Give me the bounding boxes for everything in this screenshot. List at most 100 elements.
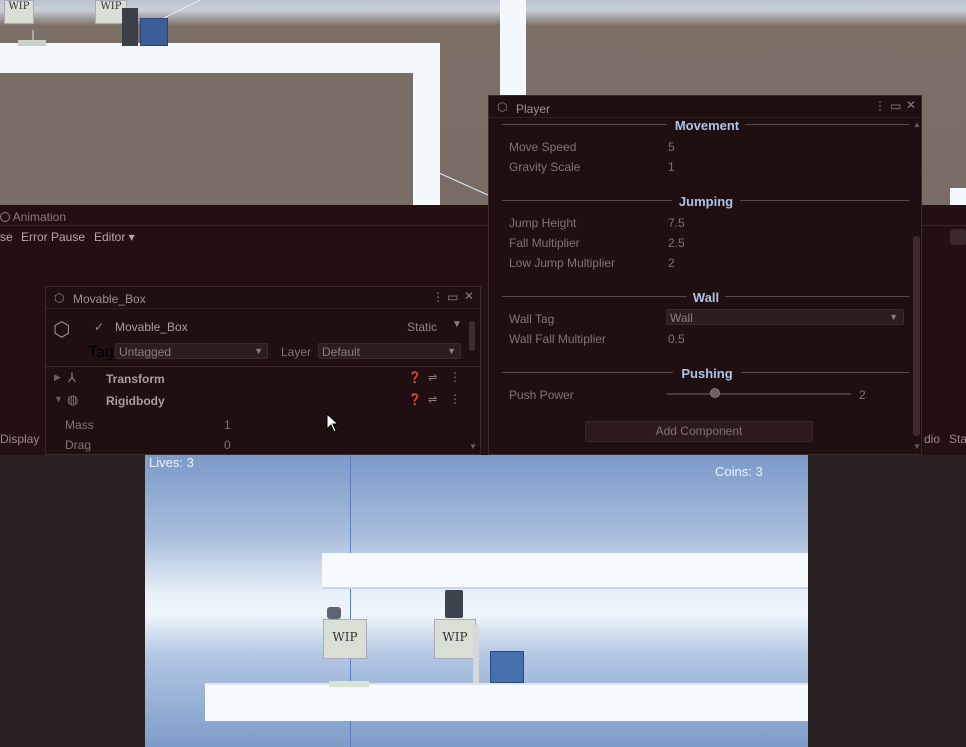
editor-dropdown[interactable]: Editor ▾: [94, 230, 135, 244]
movable-box[interactable]: [140, 18, 168, 46]
divider: [502, 124, 667, 125]
cube-icon: ⬡: [54, 291, 65, 305]
player-legs: [473, 625, 479, 683]
scene-wall-inner: [0, 73, 413, 205]
active-checkbox[interactable]: ✓: [94, 320, 104, 334]
panel-header: ⬡ Player ⋮ ▭ ✕: [489, 96, 921, 118]
cube-icon: ⬡: [497, 100, 508, 114]
section-header-pushing: Pushing: [681, 366, 733, 381]
edge-label: dio: [924, 432, 941, 446]
movable-box[interactable]: [490, 651, 524, 683]
tag-label: Tag: [88, 344, 114, 361]
component-rigidbody[interactable]: ▼ ◍ Rigidbody ❓ ⇌ ⋮: [46, 391, 470, 411]
divider: [502, 296, 687, 297]
edge-label: Sta: [949, 432, 966, 446]
sign-base: [329, 681, 369, 687]
static-toggle[interactable]: Static: [407, 320, 437, 334]
component-title: Rigidbody: [106, 394, 165, 408]
fall-multiplier-field[interactable]: 2.5: [668, 236, 685, 250]
wip-sign: WIP: [4, 0, 34, 24]
sign-base: [18, 40, 46, 46]
menu-kebab-icon[interactable]: ⋮: [874, 99, 886, 113]
scroll-down-icon[interactable]: ▼: [913, 442, 921, 451]
coins-counter: Coins: 3: [715, 464, 763, 479]
divider: [46, 366, 480, 367]
wip-sign: WIP: [434, 619, 476, 659]
panel-title: Movable_Box: [73, 292, 146, 306]
gravity-scale-label: Gravity Scale: [509, 160, 581, 174]
component-transform[interactable]: ▶ ⅄ Transform ❓ ⇌ ⋮: [46, 369, 470, 389]
game-view[interactable]: Lives: 3 Coins: 3 WIP WIP: [145, 455, 808, 747]
chevron-down-icon: ▼: [447, 346, 456, 356]
drag-field[interactable]: 0: [224, 438, 231, 452]
divider: [725, 296, 909, 297]
menu-kebab-icon[interactable]: ⋮: [432, 290, 444, 304]
push-power-slider-thumb[interactable]: [709, 388, 720, 398]
maximize-icon[interactable]: ▭: [447, 290, 458, 304]
drag-label: Drag: [65, 438, 92, 452]
divider: [745, 124, 909, 125]
preset-icon[interactable]: ⇌: [428, 393, 437, 406]
low-jump-multiplier-field[interactable]: 2: [668, 256, 675, 270]
panel-header: ⬡ Movable_Box ⋮ ▭ ✕: [46, 287, 480, 309]
layer-dropdown[interactable]: Default ▼: [318, 343, 461, 359]
scene-pillar: [500, 0, 526, 100]
player-character[interactable]: [122, 8, 138, 46]
fall-multiplier-label: Fall Multiplier: [509, 236, 580, 250]
scroll-down-icon[interactable]: ▼: [469, 442, 477, 451]
panel-title: Player: [516, 102, 551, 116]
movable-box-inspector: ⬡ Movable_Box ⋮ ▭ ✕ ⬡ ✓ Movable_Box Stat…: [45, 286, 481, 455]
upper-platform: [322, 553, 808, 589]
player-inspector: ⬡ Player ⋮ ▭ ✕ Movement Move Speed 5 Gra…: [488, 95, 922, 455]
push-power-label: Push Power: [509, 388, 574, 402]
gameobject-icon: ⬡: [53, 319, 71, 341]
jump-height-label: Jump Height: [509, 216, 577, 230]
menu-kebab-icon[interactable]: ⋮: [449, 370, 461, 384]
scrollbar-thumb[interactable]: [469, 321, 475, 351]
chevron-down-icon[interactable]: ▼: [54, 394, 63, 404]
preset-icon[interactable]: ⇌: [428, 371, 437, 384]
toolbar-item[interactable]: se: [0, 230, 13, 244]
wall-fall-multiplier-field[interactable]: 0.5: [668, 332, 685, 346]
wall-tag-dropdown[interactable]: Wall ▼: [666, 309, 904, 325]
move-speed-label: Move Speed: [509, 140, 577, 154]
scrollbar-thumb[interactable]: [913, 236, 920, 436]
help-icon[interactable]: ❓: [408, 371, 422, 384]
chevron-right-icon[interactable]: ▶: [54, 372, 61, 383]
push-power-field[interactable]: 2: [859, 388, 866, 402]
section-header-wall: Wall: [692, 290, 720, 305]
add-component-button[interactable]: Add Component: [585, 421, 813, 442]
display-label: Display: [0, 432, 40, 446]
push-power-slider-track[interactable]: [667, 393, 851, 395]
lives-counter: Lives: 3: [149, 455, 194, 470]
divider: [502, 372, 673, 373]
wip-sign: WIP: [323, 619, 367, 659]
close-icon[interactable]: ✕: [906, 98, 916, 112]
component-title: Transform: [106, 372, 165, 386]
low-jump-multiplier-label: Low Jump Multiplier: [509, 256, 616, 270]
toolbar-button[interactable]: [950, 229, 966, 245]
wall-tag-label: Wall Tag: [509, 312, 555, 326]
transform-icon: ⅄: [68, 370, 76, 385]
mass-field[interactable]: 1: [224, 418, 231, 432]
error-pause-button[interactable]: Error Pause: [21, 230, 85, 244]
divider: [740, 200, 909, 201]
maximize-icon[interactable]: ▭: [890, 99, 901, 113]
section-header-movement: Movement: [674, 118, 740, 133]
floor-platform: [205, 683, 808, 721]
move-speed-field[interactable]: 5: [668, 140, 675, 154]
close-icon[interactable]: ✕: [464, 289, 474, 303]
scene-edge-block: [950, 188, 966, 205]
tag-dropdown[interactable]: Untagged ▼: [115, 343, 268, 359]
gravity-scale-field[interactable]: 1: [668, 160, 675, 174]
object-name-field[interactable]: Movable_Box: [115, 320, 188, 334]
player-character[interactable]: [445, 590, 463, 618]
scroll-up-icon[interactable]: ▲: [913, 120, 921, 129]
chevron-down-icon[interactable]: ▼: [452, 319, 462, 330]
jump-height-field[interactable]: 7.5: [668, 216, 685, 230]
enemy-icon: [327, 607, 341, 619]
menu-kebab-icon[interactable]: ⋮: [449, 392, 461, 406]
chevron-down-icon: ▼: [254, 346, 263, 356]
wall-fall-multiplier-label: Wall Fall Multiplier: [509, 332, 606, 346]
help-icon[interactable]: ❓: [408, 393, 422, 406]
